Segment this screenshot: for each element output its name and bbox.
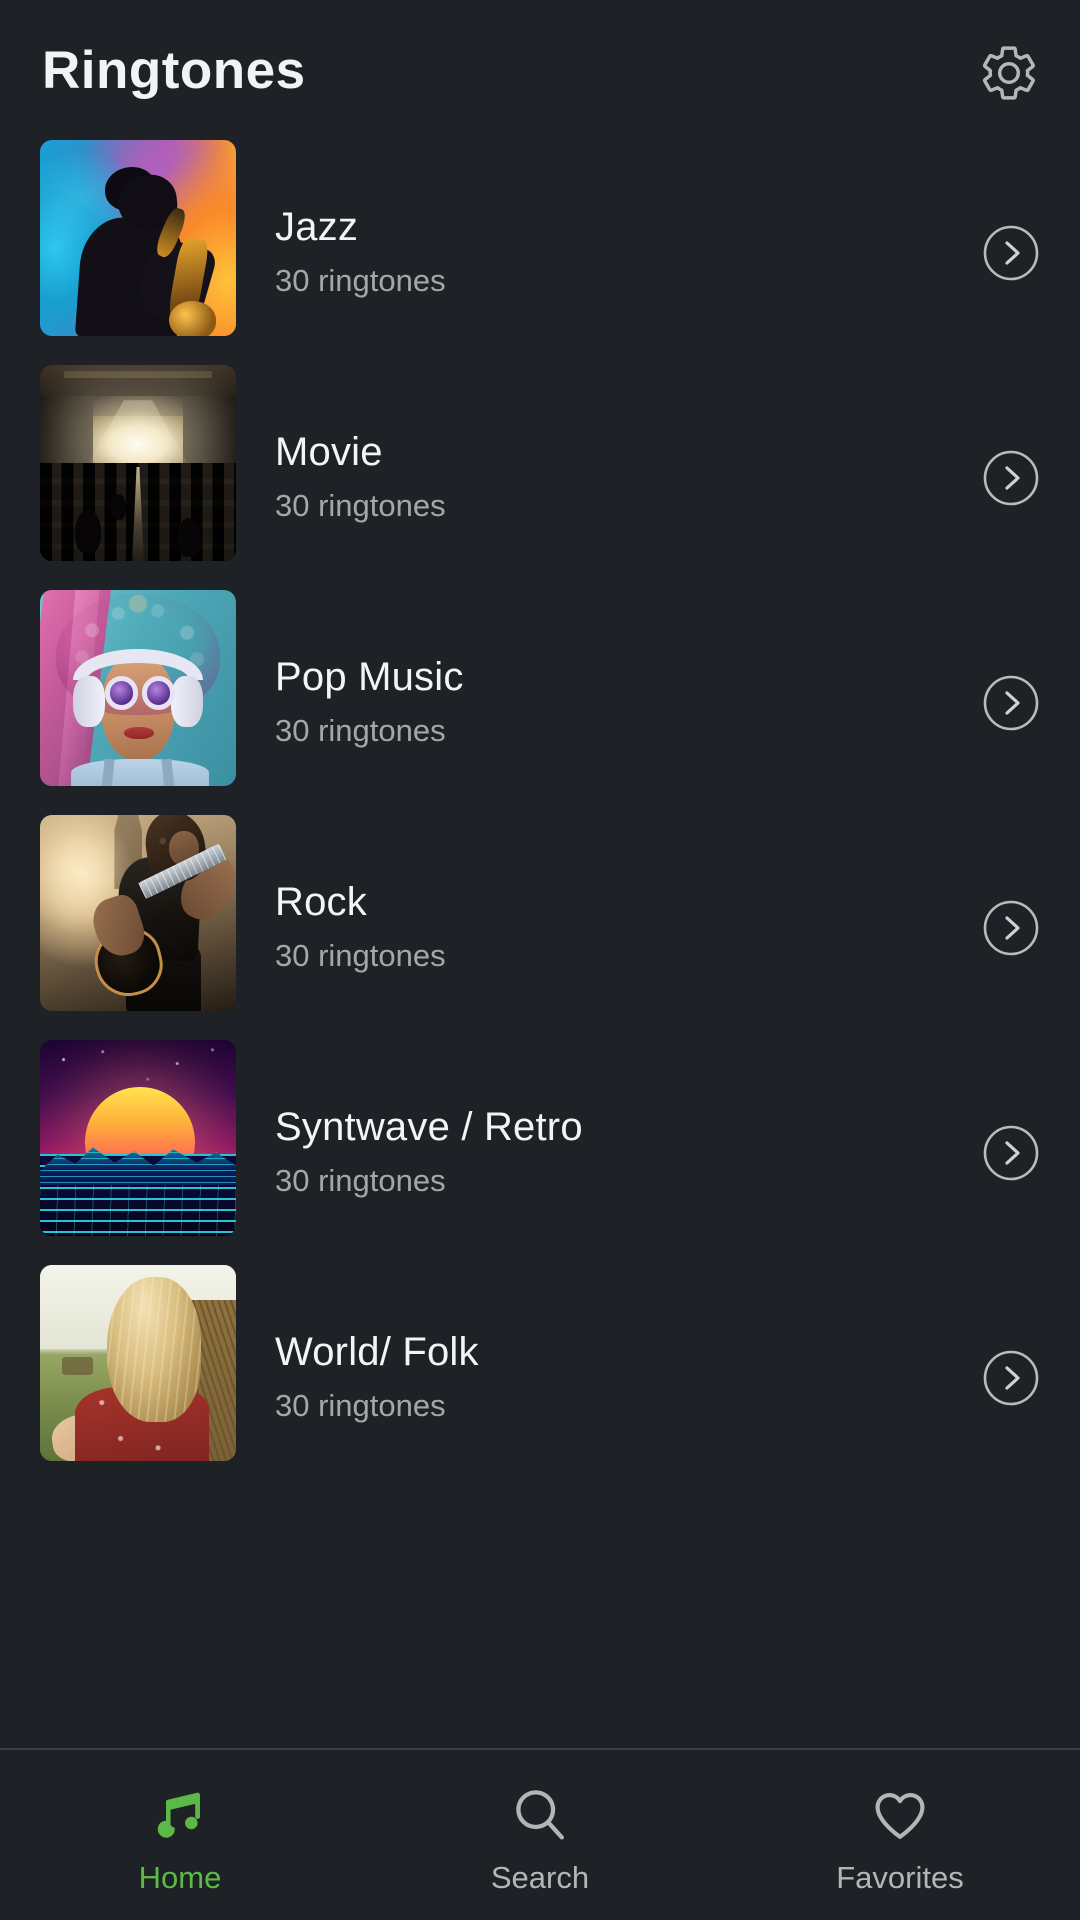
list-item[interactable]: Jazz 30 ringtones xyxy=(0,140,1080,365)
bottom-navigation-bar: Home Search Favorites xyxy=(0,1748,1080,1920)
category-text-block: Jazz 30 ringtones xyxy=(275,202,915,304)
chevron-right-circle-icon xyxy=(983,1350,1039,1405)
open-category-button[interactable] xyxy=(982,224,1040,282)
nav-item-home[interactable]: Home xyxy=(0,1750,360,1920)
category-thumbnail xyxy=(40,1265,236,1461)
rock-artwork-image xyxy=(40,815,236,1011)
category-list[interactable]: Jazz 30 ringtones Movie 30 ringtones Pop… xyxy=(0,140,1080,1746)
pop-music-artwork-image xyxy=(40,590,236,786)
category-text-block: Syntwave / Retro 30 ringtones xyxy=(275,1102,915,1204)
category-thumbnail xyxy=(40,140,236,336)
category-thumbnail xyxy=(40,815,236,1011)
category-title: Syntwave / Retro xyxy=(275,1104,583,1149)
list-item[interactable]: Rock 30 ringtones xyxy=(0,815,1080,1040)
ringtones-app-screen: Ringtones Jazz 30 ringtones Movie 30 rin… xyxy=(0,0,1080,1920)
open-category-button[interactable] xyxy=(982,674,1040,732)
nav-item-favorites[interactable]: Favorites xyxy=(720,1750,1080,1920)
heart-icon xyxy=(875,1793,925,1839)
category-text-block: Movie 30 ringtones xyxy=(275,427,915,529)
settings-button[interactable] xyxy=(978,42,1040,104)
chevron-right-circle-icon xyxy=(983,675,1039,730)
nav-item-search[interactable]: Search xyxy=(360,1750,720,1920)
chevron-right-circle-icon xyxy=(983,1125,1039,1180)
list-item[interactable]: Syntwave / Retro 30 ringtones xyxy=(0,1040,1080,1265)
category-title: Jazz xyxy=(275,204,359,249)
category-thumbnail xyxy=(40,590,236,786)
category-count: 30 ringtones xyxy=(275,262,446,298)
category-text-block: Pop Music 30 ringtones xyxy=(275,652,915,754)
search-icon xyxy=(516,1790,565,1840)
category-text-block: Rock 30 ringtones xyxy=(275,877,915,979)
list-item[interactable]: Movie 30 ringtones xyxy=(0,365,1080,590)
app-header: Ringtones xyxy=(0,0,1080,140)
chevron-right-circle-icon xyxy=(983,900,1039,955)
category-title: Pop Music xyxy=(275,654,464,699)
category-thumbnail xyxy=(40,1040,236,1236)
category-count: 30 ringtones xyxy=(275,1387,446,1423)
page-title: Ringtones xyxy=(42,41,306,100)
nav-label-search: Search xyxy=(490,1860,590,1895)
category-title: Movie xyxy=(275,429,383,474)
category-count: 30 ringtones xyxy=(275,712,446,748)
list-item[interactable]: Pop Music 30 ringtones xyxy=(0,590,1080,815)
chevron-right-circle-icon xyxy=(983,225,1039,280)
open-category-button[interactable] xyxy=(982,449,1040,507)
category-text-block: World/ Folk 30 ringtones xyxy=(275,1327,915,1429)
list-item[interactable]: World/ Folk 30 ringtones xyxy=(0,1265,1080,1490)
world-folk-artwork-image xyxy=(40,1265,236,1461)
nav-label-home: Home xyxy=(138,1860,222,1895)
open-category-button[interactable] xyxy=(982,899,1040,957)
category-title: Rock xyxy=(275,879,367,924)
category-count: 30 ringtones xyxy=(275,937,446,973)
movie-artwork-image xyxy=(40,365,236,561)
category-title: World/ Folk xyxy=(275,1329,479,1374)
open-category-button[interactable] xyxy=(982,1124,1040,1182)
category-count: 30 ringtones xyxy=(275,487,446,523)
category-thumbnail xyxy=(40,365,236,561)
category-count: 30 ringtones xyxy=(275,1162,446,1198)
chevron-right-circle-icon xyxy=(983,450,1039,505)
nav-label-favorites: Favorites xyxy=(836,1860,964,1895)
gear-icon xyxy=(982,46,1035,100)
syntwave-artwork-image xyxy=(40,1040,236,1236)
music-note-icon xyxy=(157,1792,200,1838)
open-category-button[interactable] xyxy=(982,1349,1040,1407)
jazz-artwork-image xyxy=(40,140,236,336)
